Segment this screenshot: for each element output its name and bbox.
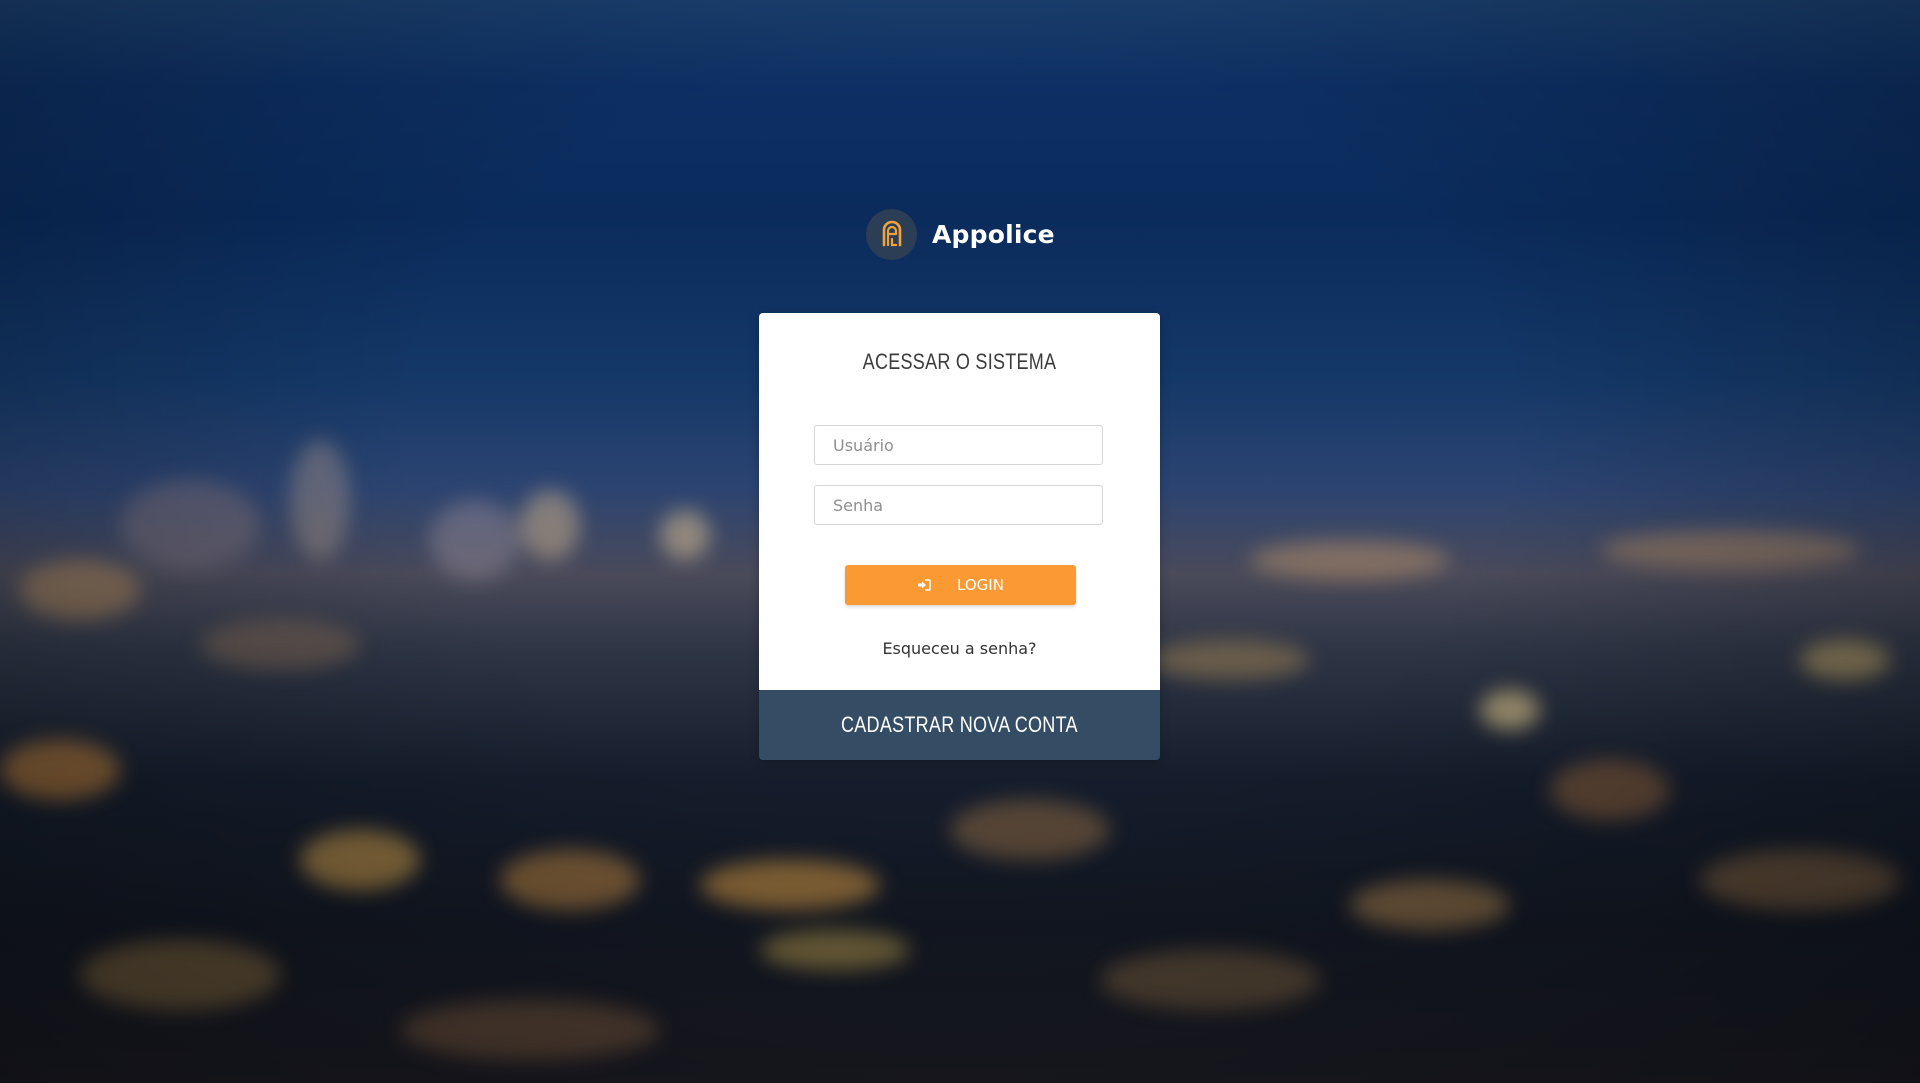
appolice-logo-icon: [866, 208, 917, 260]
sign-in-icon: [917, 579, 931, 591]
login-button-label: LOGIN: [957, 576, 1004, 594]
login-title: ACESSAR O SISTEMA: [862, 349, 1057, 374]
register-button[interactable]: CADASTRAR NOVA CONTA: [759, 690, 1160, 760]
username-input[interactable]: [814, 425, 1103, 465]
register-button-label: CADASTRAR NOVA CONTA: [841, 712, 1078, 737]
login-form: ACESSAR O SISTEMA LOGIN Esqueceu a senha…: [759, 313, 1160, 690]
login-card: ACESSAR O SISTEMA LOGIN Esqueceu a senha…: [759, 313, 1160, 760]
forgot-password-link[interactable]: Esqueceu a senha?: [759, 639, 1160, 658]
brand-header: Appolice: [866, 208, 1055, 260]
brand-name: Appolice: [932, 219, 1055, 249]
login-button[interactable]: LOGIN: [845, 565, 1076, 605]
password-input[interactable]: [814, 485, 1103, 525]
